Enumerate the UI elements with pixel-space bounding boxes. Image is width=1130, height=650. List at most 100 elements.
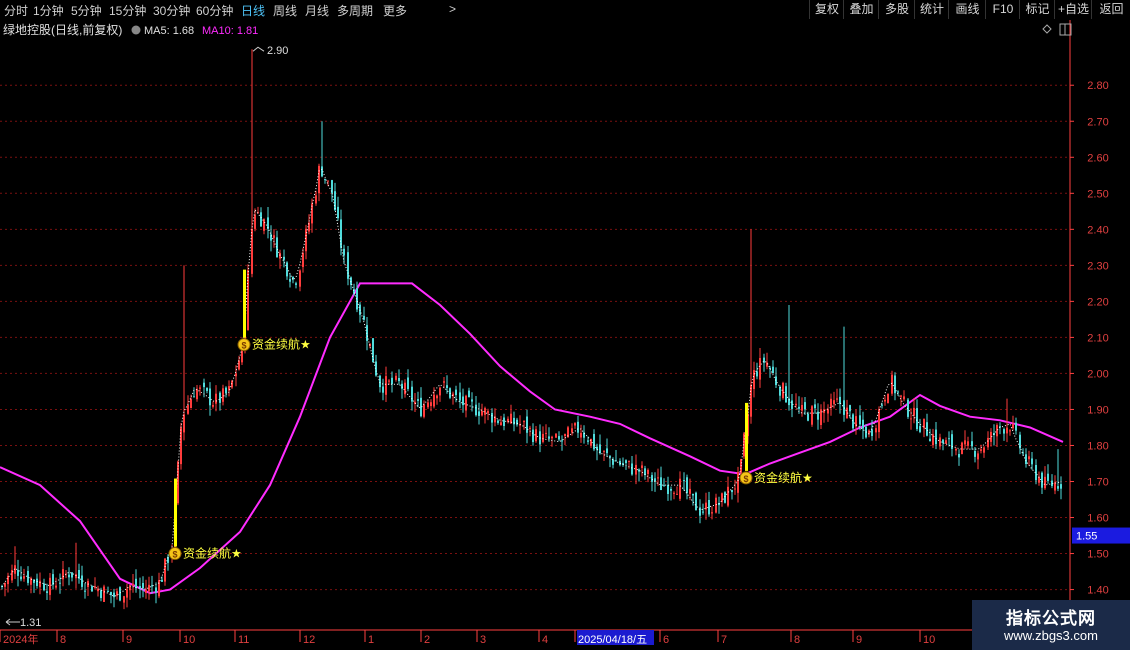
candle-body bbox=[689, 488, 691, 494]
candle-body bbox=[785, 386, 787, 403]
candle-body bbox=[766, 362, 768, 367]
candle-body bbox=[1054, 482, 1056, 491]
candle-body bbox=[187, 405, 189, 414]
candle-body bbox=[103, 586, 105, 602]
tab-10[interactable]: 更多 bbox=[383, 2, 407, 19]
candle-body bbox=[628, 460, 630, 462]
candle-body bbox=[891, 374, 893, 394]
signal-label: 资金续航★ bbox=[183, 546, 242, 561]
stock-title: 绿地控股(日线,前复权) bbox=[3, 22, 122, 37]
candle-body bbox=[500, 422, 502, 426]
candle-body bbox=[887, 393, 889, 404]
candle-body bbox=[542, 433, 544, 442]
candle-body bbox=[852, 414, 854, 429]
candle-body bbox=[459, 392, 461, 401]
candle-body bbox=[468, 390, 470, 397]
candle-body bbox=[926, 422, 928, 436]
candle-body bbox=[27, 570, 29, 583]
candle-body bbox=[279, 253, 281, 259]
candle-body bbox=[545, 432, 547, 434]
candle-body bbox=[686, 477, 688, 493]
toolbar-button-8[interactable]: 返回 bbox=[1091, 0, 1130, 19]
candle-body bbox=[7, 575, 9, 585]
candle-body bbox=[481, 411, 483, 416]
candle-body bbox=[996, 425, 998, 437]
candle-body bbox=[372, 338, 374, 363]
candle-body bbox=[212, 405, 214, 407]
candle-body bbox=[433, 394, 435, 407]
candle-body bbox=[676, 493, 678, 495]
y-tick-label: 1.80 bbox=[1087, 440, 1108, 452]
candle-body bbox=[222, 388, 224, 402]
x-tick-label: 9 bbox=[856, 634, 862, 646]
candle-body bbox=[955, 448, 957, 451]
candle-body bbox=[395, 375, 397, 380]
candle-body bbox=[209, 388, 211, 406]
tab-7[interactable]: 周线 bbox=[273, 2, 297, 19]
toolbar-button-7[interactable]: +自选 bbox=[1054, 0, 1092, 19]
candle-body bbox=[439, 387, 441, 396]
tab-8[interactable]: 月线 bbox=[305, 2, 329, 19]
candle-body bbox=[839, 396, 841, 404]
candle-body bbox=[462, 396, 464, 406]
tab-1[interactable]: 1分钟 bbox=[33, 2, 64, 19]
candle-body bbox=[721, 493, 723, 502]
candle-body bbox=[631, 463, 633, 475]
candle-body bbox=[465, 395, 467, 411]
toolbar-button-4[interactable]: 画线 bbox=[948, 0, 986, 19]
kline-chart[interactable]: 2.90 1.31 $ 资金续航★ $ 资金续航★ $ 资金续航★ 1.40 1.50 1.60 1… bbox=[0, 20, 1130, 650]
money-bag-icon: $ bbox=[237, 338, 251, 352]
candle-body bbox=[964, 440, 966, 445]
candle-body bbox=[692, 493, 694, 496]
candle-body bbox=[603, 450, 605, 452]
candle-body bbox=[145, 590, 147, 593]
toolbar-button-5[interactable]: F10 bbox=[985, 0, 1020, 19]
candle-body bbox=[1003, 429, 1005, 434]
candle-body bbox=[407, 377, 409, 389]
tab-0[interactable]: 分时 bbox=[4, 2, 28, 19]
candle-body bbox=[772, 366, 774, 374]
candle-body bbox=[702, 511, 704, 513]
candle-body bbox=[798, 406, 800, 409]
candle-body bbox=[983, 447, 985, 453]
tab-6[interactable]: 日线 bbox=[241, 2, 265, 19]
candle-body bbox=[315, 195, 317, 204]
candle-body bbox=[295, 283, 297, 285]
y-tick-label: 2.50 bbox=[1087, 188, 1108, 200]
candle-body bbox=[807, 413, 809, 421]
candle-body bbox=[46, 591, 48, 593]
tab-5[interactable]: 60分钟 bbox=[196, 2, 233, 19]
toolbar-button-3[interactable]: 统计 bbox=[914, 0, 949, 19]
candle-body bbox=[401, 383, 403, 389]
toolbar-button-0[interactable]: 复权 bbox=[809, 0, 844, 19]
candle-body bbox=[225, 387, 227, 394]
candle-body bbox=[961, 442, 963, 455]
candle-body bbox=[711, 512, 713, 514]
candle-body bbox=[49, 577, 51, 595]
y-tick-label: 2.60 bbox=[1087, 152, 1108, 164]
toolbar-button-6[interactable]: 标记 bbox=[1019, 0, 1055, 19]
candle-body bbox=[971, 441, 973, 447]
tab-2[interactable]: 5分钟 bbox=[71, 2, 102, 19]
candle-body bbox=[814, 404, 816, 409]
tab-9[interactable]: 多周期 bbox=[337, 2, 373, 19]
tab-3[interactable]: 15分钟 bbox=[109, 2, 146, 19]
candle-body bbox=[318, 165, 320, 194]
candle-body bbox=[580, 432, 582, 438]
candle-body bbox=[299, 270, 301, 287]
signal-label: 资金续航★ bbox=[252, 337, 311, 352]
toolbar-button-1[interactable]: 叠加 bbox=[843, 0, 879, 19]
candle-body bbox=[20, 576, 22, 580]
candle-body bbox=[1038, 476, 1040, 483]
more-arrow-icon[interactable]: > bbox=[449, 2, 456, 16]
toolbar-button-2[interactable]: 多股 bbox=[878, 0, 915, 19]
candle-body bbox=[731, 489, 733, 493]
candle-body bbox=[1015, 422, 1017, 431]
candle-body bbox=[273, 235, 275, 238]
tab-4[interactable]: 30分钟 bbox=[153, 2, 190, 19]
settings-icon[interactable] bbox=[131, 25, 141, 35]
candle-body bbox=[113, 592, 115, 598]
y-tick-label: 1.90 bbox=[1087, 404, 1108, 416]
candle-body bbox=[491, 413, 493, 423]
candle-body bbox=[875, 428, 877, 433]
